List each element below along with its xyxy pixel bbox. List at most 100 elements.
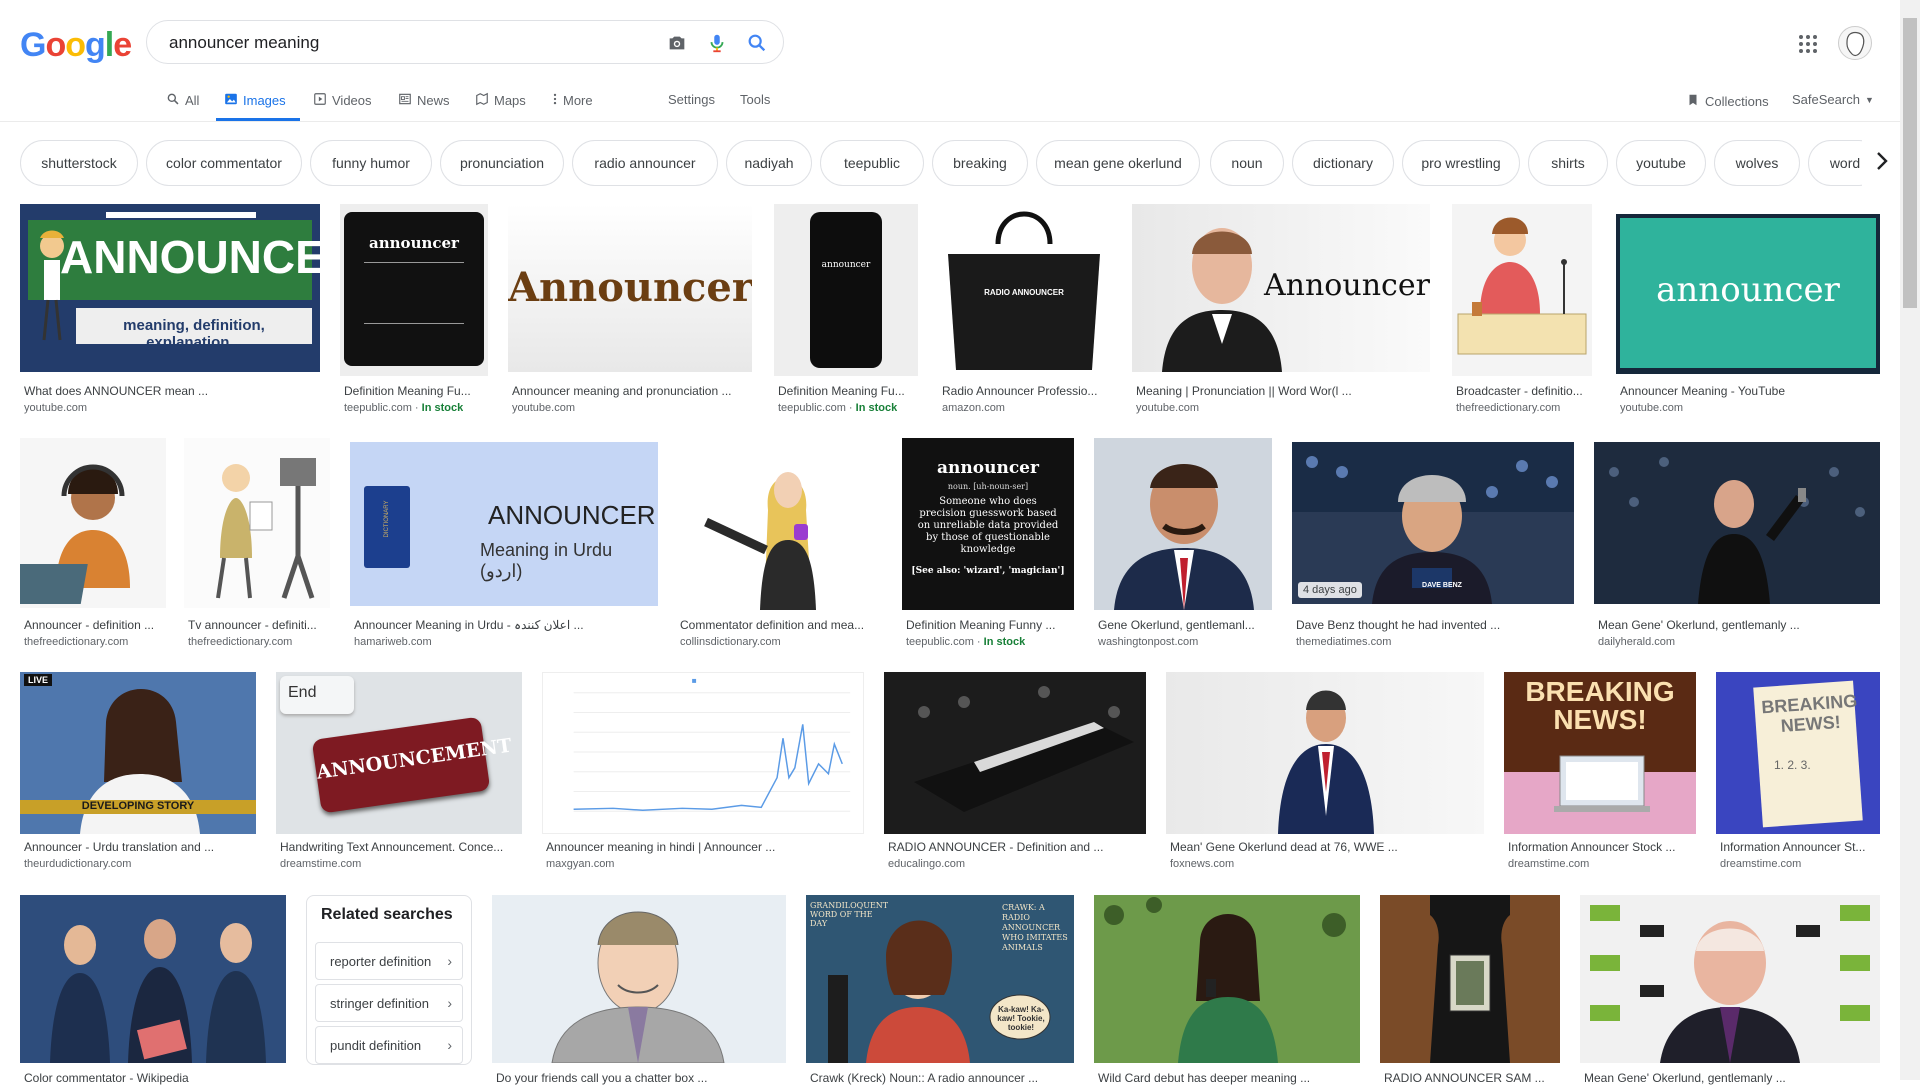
result-title[interactable]: RADIO ANNOUNCER - Definition and ... bbox=[888, 840, 1142, 854]
image-result[interactable]: Broadcaster - definitio... thefreedictio… bbox=[1452, 204, 1592, 420]
chip[interactable]: funny humor bbox=[310, 140, 432, 186]
image-result[interactable]: Mean Gene' Okerlund, gentlemanly ... bbox=[1580, 895, 1880, 1085]
tab-more[interactable]: More bbox=[552, 92, 593, 109]
image-result[interactable]: BREAKING NEWS! Information Announcer Sto… bbox=[1504, 672, 1696, 888]
related-search-item[interactable]: stringer definition › bbox=[315, 984, 463, 1022]
microphone-icon[interactable] bbox=[705, 31, 729, 55]
result-title[interactable]: Information Announcer St... bbox=[1720, 840, 1876, 854]
avatar[interactable] bbox=[1838, 26, 1872, 60]
image-result[interactable]: Commentator definition and mea... collin… bbox=[676, 438, 882, 654]
chip-scroll-right-button[interactable] bbox=[1862, 140, 1902, 186]
result-title[interactable]: Announcer meaning and pronunciation ... bbox=[512, 384, 748, 398]
related-search-item[interactable]: pundit definition › bbox=[315, 1026, 463, 1064]
thumb-text: CRAWK: A RADIO ANNOUNCER WHO IMITATES AN… bbox=[1002, 903, 1068, 952]
camera-icon[interactable] bbox=[665, 31, 689, 55]
result-title[interactable]: Announcer Meaning in Urdu - اعلان کنندہ … bbox=[354, 618, 654, 632]
image-result[interactable]: RADIO ANNOUNCER - Definition and ... edu… bbox=[884, 672, 1146, 888]
image-result[interactable]: Mean Gene' Okerlund, gentlemanly ... dai… bbox=[1594, 438, 1880, 654]
result-title[interactable]: Information Announcer Stock ... bbox=[1508, 840, 1692, 854]
chip[interactable]: wolves bbox=[1714, 140, 1800, 186]
apps-grid-icon[interactable] bbox=[1796, 32, 1820, 56]
image-result[interactable]: Gene Okerlund, gentlemanl... washingtonp… bbox=[1094, 438, 1272, 654]
search-icon[interactable] bbox=[745, 31, 769, 55]
tab-maps[interactable]: Maps bbox=[475, 92, 526, 109]
tab-tools[interactable]: Tools bbox=[740, 92, 770, 107]
result-title[interactable]: Wild Card debut has deeper meaning ... bbox=[1098, 1071, 1356, 1085]
chip[interactable]: pro wrestling bbox=[1402, 140, 1520, 186]
result-title[interactable]: Color commentator - Wikipedia bbox=[24, 1071, 282, 1085]
image-result[interactable]: announcer Definition Meaning Fu... teepu… bbox=[774, 204, 918, 420]
chip[interactable]: teepublic bbox=[820, 140, 924, 186]
image-result[interactable]: announcer Announcer Meaning - YouTube yo… bbox=[1616, 204, 1880, 420]
result-title[interactable]: Broadcaster - definitio... bbox=[1456, 384, 1588, 398]
search-box[interactable] bbox=[146, 20, 784, 64]
result-title[interactable]: Mean Gene' Okerlund, gentlemanly ... bbox=[1584, 1071, 1876, 1085]
image-result[interactable]: Tv announcer - definiti... thefreedictio… bbox=[184, 438, 330, 654]
result-title[interactable]: RADIO ANNOUNCER SAM ... bbox=[1384, 1071, 1556, 1085]
image-result[interactable]: announcer Definition Meaning Fu... teepu… bbox=[340, 204, 488, 420]
chip[interactable]: color commentator bbox=[146, 140, 302, 186]
result-title[interactable]: Mean Gene' Okerlund, gentlemanly ... bbox=[1598, 618, 1876, 632]
image-result[interactable]: Do your friends call you a chatter box .… bbox=[492, 895, 786, 1085]
chip[interactable]: noun bbox=[1210, 140, 1284, 186]
result-title[interactable]: Commentator definition and mea... bbox=[680, 618, 878, 632]
page-scrollbar[interactable] bbox=[1900, 0, 1920, 1080]
result-title[interactable]: Radio Announcer Professio... bbox=[942, 384, 1106, 398]
chip[interactable]: mean gene okerlund bbox=[1036, 140, 1200, 186]
result-title[interactable]: Dave Benz thought he had invented ... bbox=[1296, 618, 1570, 632]
image-result[interactable]: Announcer - definition ... thefreedictio… bbox=[20, 438, 166, 654]
chip[interactable]: breaking bbox=[932, 140, 1028, 186]
image-result[interactable]: announcer noun. [uh-noun-ser] Someone wh… bbox=[902, 438, 1074, 654]
search-input[interactable] bbox=[167, 32, 641, 54]
collections-link[interactable]: Collections bbox=[1686, 92, 1769, 111]
google-logo[interactable]: Google bbox=[20, 26, 132, 65]
result-title[interactable]: Crawk (Kreck) Noun:: A radio announcer .… bbox=[810, 1071, 1070, 1085]
result-title[interactable]: Meaning | Pronunciation || Word Wor(l ..… bbox=[1136, 384, 1426, 398]
result-title[interactable]: Gene Okerlund, gentlemanl... bbox=[1098, 618, 1268, 632]
image-result[interactable]: ANNOUNCER meaning, definition, explanati… bbox=[20, 204, 320, 420]
image-result[interactable]: DICTIONARY ANNOUNCER Meaning in Urdu (ار… bbox=[350, 438, 658, 654]
result-title[interactable]: What does ANNOUNCER mean ... bbox=[24, 384, 316, 398]
image-result[interactable]: LIVE DEVELOPING STORY Announcer - Urdu t… bbox=[20, 672, 256, 888]
image-result[interactable]: Announcer Meaning | Pronunciation || Wor… bbox=[1132, 204, 1430, 420]
chip[interactable]: radio announcer bbox=[572, 140, 718, 186]
result-source: foxnews.com bbox=[1170, 858, 1235, 870]
image-result[interactable]: GRANDILOQUENT WORD OF THE DAY CRAWK: A R… bbox=[806, 895, 1074, 1085]
result-title[interactable]: Announcer Meaning - YouTube bbox=[1620, 384, 1876, 398]
chip[interactable]: dictionary bbox=[1292, 140, 1394, 186]
result-title[interactable]: Announcer meaning in hindi | Announcer .… bbox=[546, 840, 860, 854]
result-title[interactable]: Definition Meaning Fu... bbox=[778, 384, 914, 398]
image-result[interactable]: Mean' Gene Okerlund dead at 76, WWE ... … bbox=[1166, 672, 1484, 888]
image-result[interactable]: DAVE BENZ 4 days ago Dave Benz thought h… bbox=[1292, 438, 1574, 654]
tab-videos[interactable]: Videos bbox=[313, 92, 372, 109]
tab-all[interactable]: All bbox=[166, 92, 199, 109]
result-title[interactable]: Definition Meaning Fu... bbox=[344, 384, 484, 398]
result-title[interactable]: Tv announcer - definiti... bbox=[188, 618, 326, 632]
chip[interactable]: nadiyah bbox=[726, 140, 812, 186]
related-search-item[interactable]: reporter definition › bbox=[315, 942, 463, 980]
chip[interactable]: shutterstock bbox=[20, 140, 138, 186]
image-result[interactable]: RADIO ANNOUNCER Radio Announcer Professi… bbox=[938, 204, 1110, 420]
result-title[interactable]: Announcer - Urdu translation and ... bbox=[24, 840, 252, 854]
safesearch-dropdown[interactable]: SafeSearch ▼ bbox=[1792, 92, 1874, 107]
image-result[interactable]: RADIO ANNOUNCER SAM ... bbox=[1380, 895, 1560, 1085]
result-source: washingtonpost.com bbox=[1098, 636, 1199, 648]
image-result[interactable]: Color commentator - Wikipedia bbox=[20, 895, 286, 1085]
result-title[interactable]: Handwriting Text Announcement. Conce... bbox=[280, 840, 518, 854]
tab-images[interactable]: Images bbox=[224, 92, 286, 109]
image-result[interactable]: Wild Card debut has deeper meaning ... bbox=[1094, 895, 1360, 1085]
chip[interactable]: pronunciation bbox=[440, 140, 564, 186]
image-result[interactable]: Announcer Announcer meaning and pronunci… bbox=[508, 204, 752, 420]
image-result[interactable]: BREAKING NEWS! 1. 2. 3. Information Anno… bbox=[1716, 672, 1880, 888]
chip[interactable]: shirts bbox=[1528, 140, 1608, 186]
chip[interactable]: youtube bbox=[1616, 140, 1706, 186]
scrollbar-thumb[interactable] bbox=[1903, 18, 1917, 308]
result-title[interactable]: Announcer - definition ... bbox=[24, 618, 162, 632]
result-title[interactable]: Mean' Gene Okerlund dead at 76, WWE ... bbox=[1170, 840, 1480, 854]
tab-settings[interactable]: Settings bbox=[668, 92, 715, 107]
result-title[interactable]: Do your friends call you a chatter box .… bbox=[496, 1071, 782, 1085]
image-result[interactable]: Announcer meaning in hindi | Announcer .… bbox=[542, 672, 864, 888]
result-title[interactable]: Definition Meaning Funny ... bbox=[906, 618, 1070, 632]
tab-news[interactable]: News bbox=[398, 92, 450, 109]
image-result[interactable]: End ANNOUNCEMENT Handwriting Text Announ… bbox=[276, 672, 522, 888]
